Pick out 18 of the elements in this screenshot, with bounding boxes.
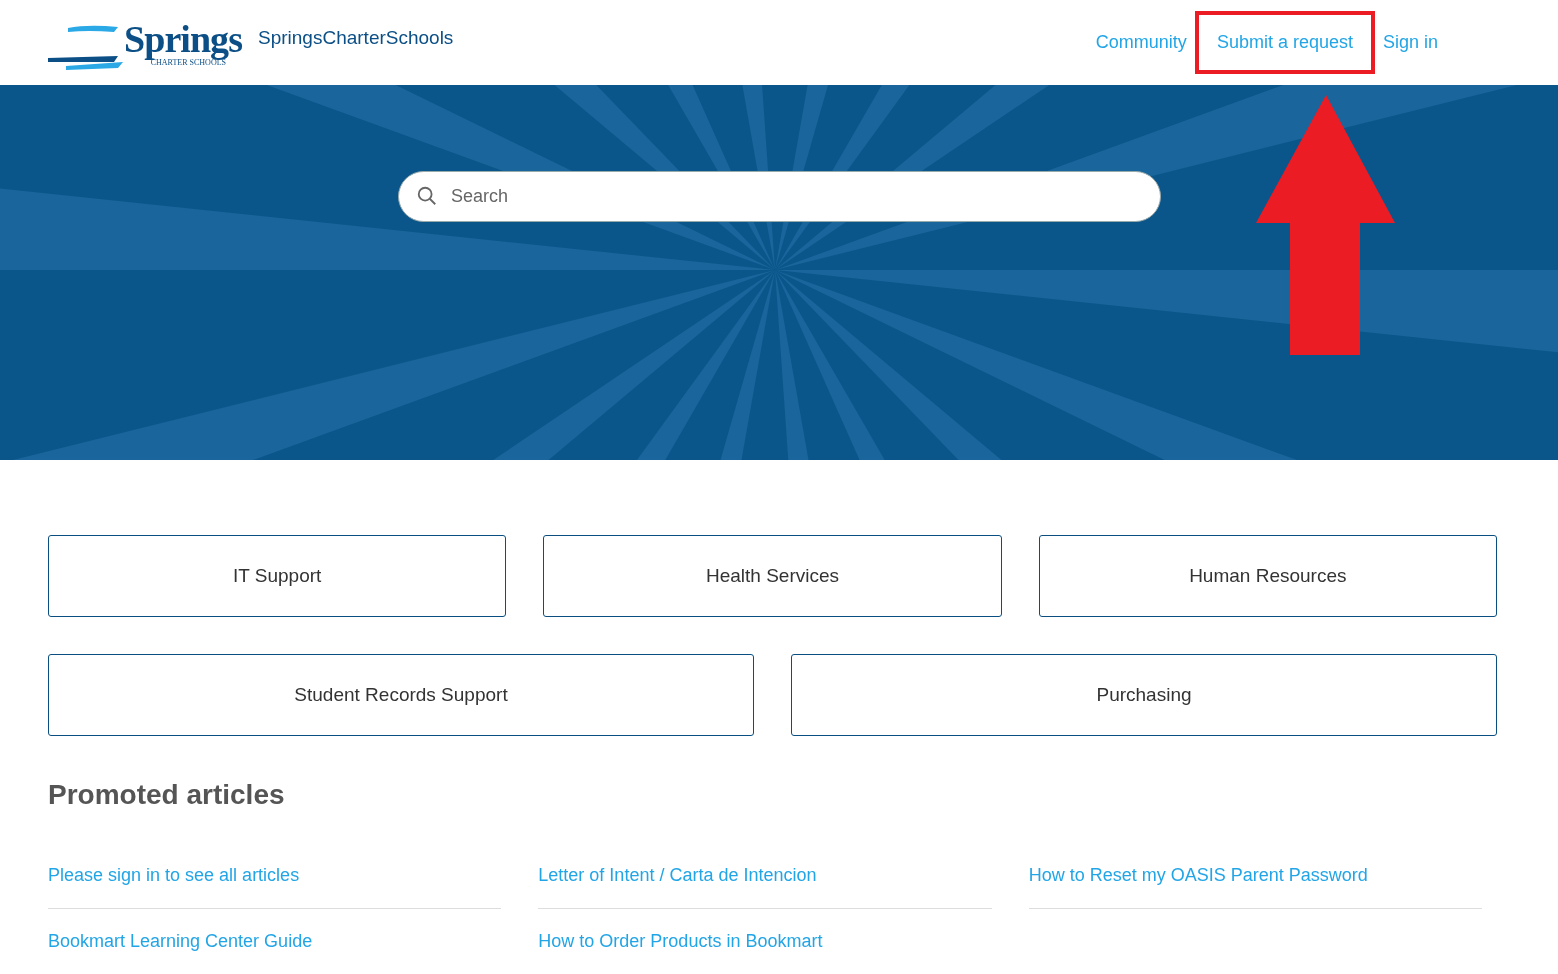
article-link[interactable]: How to Reset my OASIS Parent Password [1028,862,1368,889]
article-link[interactable]: Letter of Intent / Carta de Intencion [538,862,817,889]
category-card[interactable]: Purchasing [791,654,1497,736]
search-icon [416,185,438,207]
nav-link[interactable]: Submit a request [1194,11,1375,74]
springs-logo[interactable]: Springs CHARTER SCHOOLS [48,19,242,70]
section-heading: Promoted articles [48,778,286,812]
article-link[interactable]: Please sign in to see all articles [48,862,300,889]
category-card[interactable]: Human Resources [1038,535,1497,617]
nav-link[interactable]: Community [1095,11,1187,74]
category-card[interactable]: Student Records Support [48,654,754,736]
search-field[interactable]: Search [398,171,1161,222]
article-link[interactable]: Bookmart Learning Center Guide [48,928,313,955]
article-link[interactable]: How to Order Products in Bookmart [538,928,823,955]
category-card[interactable]: Health Services [543,535,1002,617]
category-card[interactable]: IT Support [48,535,507,617]
nav-link[interactable]: Sign in [1382,11,1438,74]
brand-name: SpringsCharterSchools [258,26,454,51]
